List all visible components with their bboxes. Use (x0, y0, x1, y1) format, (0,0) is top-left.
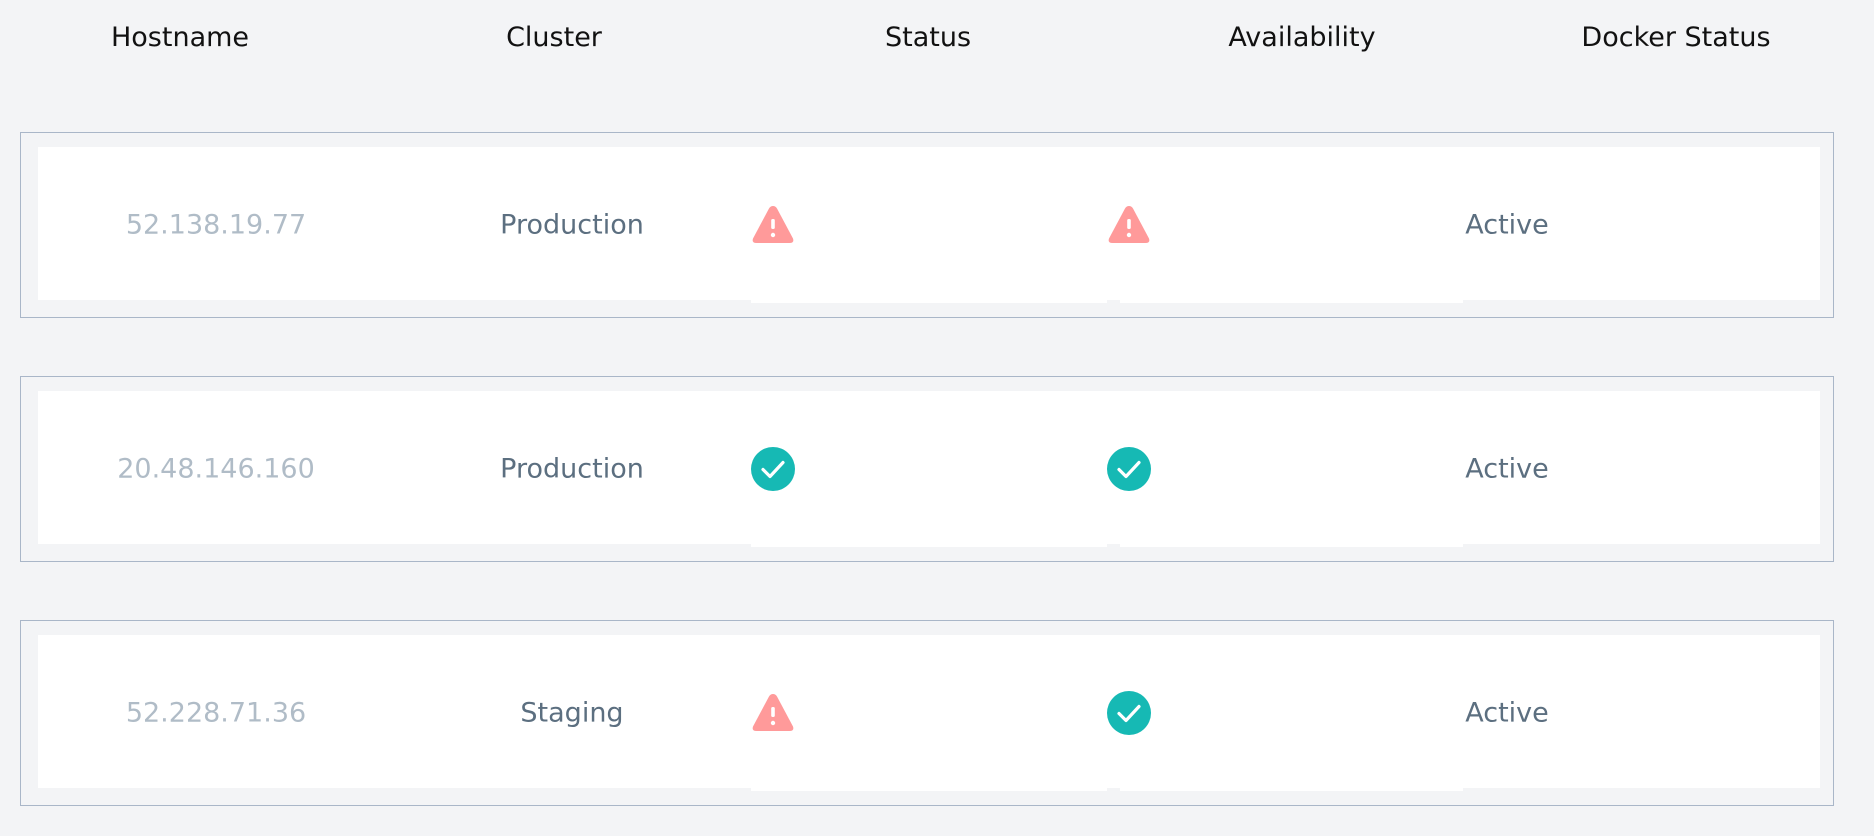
table-row[interactable]: 52.228.71.36 Staging Active (20, 620, 1834, 806)
row-divider (38, 788, 751, 791)
row-background: 52.228.71.36 Staging Active (38, 635, 1820, 791)
check-circle-icon (1107, 691, 1151, 735)
cluster-cell: Production (500, 453, 644, 485)
column-header-docker-status[interactable]: Docker Status (1581, 22, 1770, 53)
column-header-hostname[interactable]: Hostname (111, 22, 249, 53)
docker-status-cell: Active (1465, 453, 1549, 485)
row-divider (1107, 788, 1120, 791)
hostname-cell: 20.48.146.160 (117, 453, 315, 485)
row-divider (38, 544, 751, 547)
table-row[interactable]: 20.48.146.160 Production Active (20, 376, 1834, 562)
hostname-cell: 52.138.19.77 (125, 209, 307, 241)
warning-icon (1108, 206, 1150, 243)
column-header-status[interactable]: Status (885, 22, 971, 53)
hostname-cell: 52.228.71.36 (125, 697, 307, 729)
row-divider (1107, 300, 1120, 303)
table-row[interactable]: 52.138.19.77 Production Active (20, 132, 1834, 318)
row-background: 52.138.19.77 Production Active (38, 147, 1820, 303)
check-circle-icon (1107, 447, 1151, 491)
check-circle-icon (751, 447, 795, 491)
row-divider (1463, 300, 1820, 303)
warning-icon (752, 206, 794, 243)
row-divider (1107, 544, 1120, 547)
row-divider (1463, 544, 1820, 547)
row-divider (1463, 788, 1820, 791)
hosts-table: Hostname Cluster Status Availability Doc… (0, 0, 1874, 836)
row-divider (38, 300, 751, 303)
column-header-cluster[interactable]: Cluster (506, 22, 602, 53)
cluster-cell: Staging (520, 697, 624, 729)
table-header: Hostname Cluster Status Availability Doc… (0, 0, 1874, 84)
docker-status-cell: Active (1465, 697, 1549, 729)
column-header-availability[interactable]: Availability (1228, 22, 1375, 53)
row-background: 20.48.146.160 Production Active (38, 391, 1820, 547)
docker-status-cell: Active (1465, 209, 1549, 241)
warning-icon (752, 694, 794, 731)
cluster-cell: Production (500, 209, 644, 241)
